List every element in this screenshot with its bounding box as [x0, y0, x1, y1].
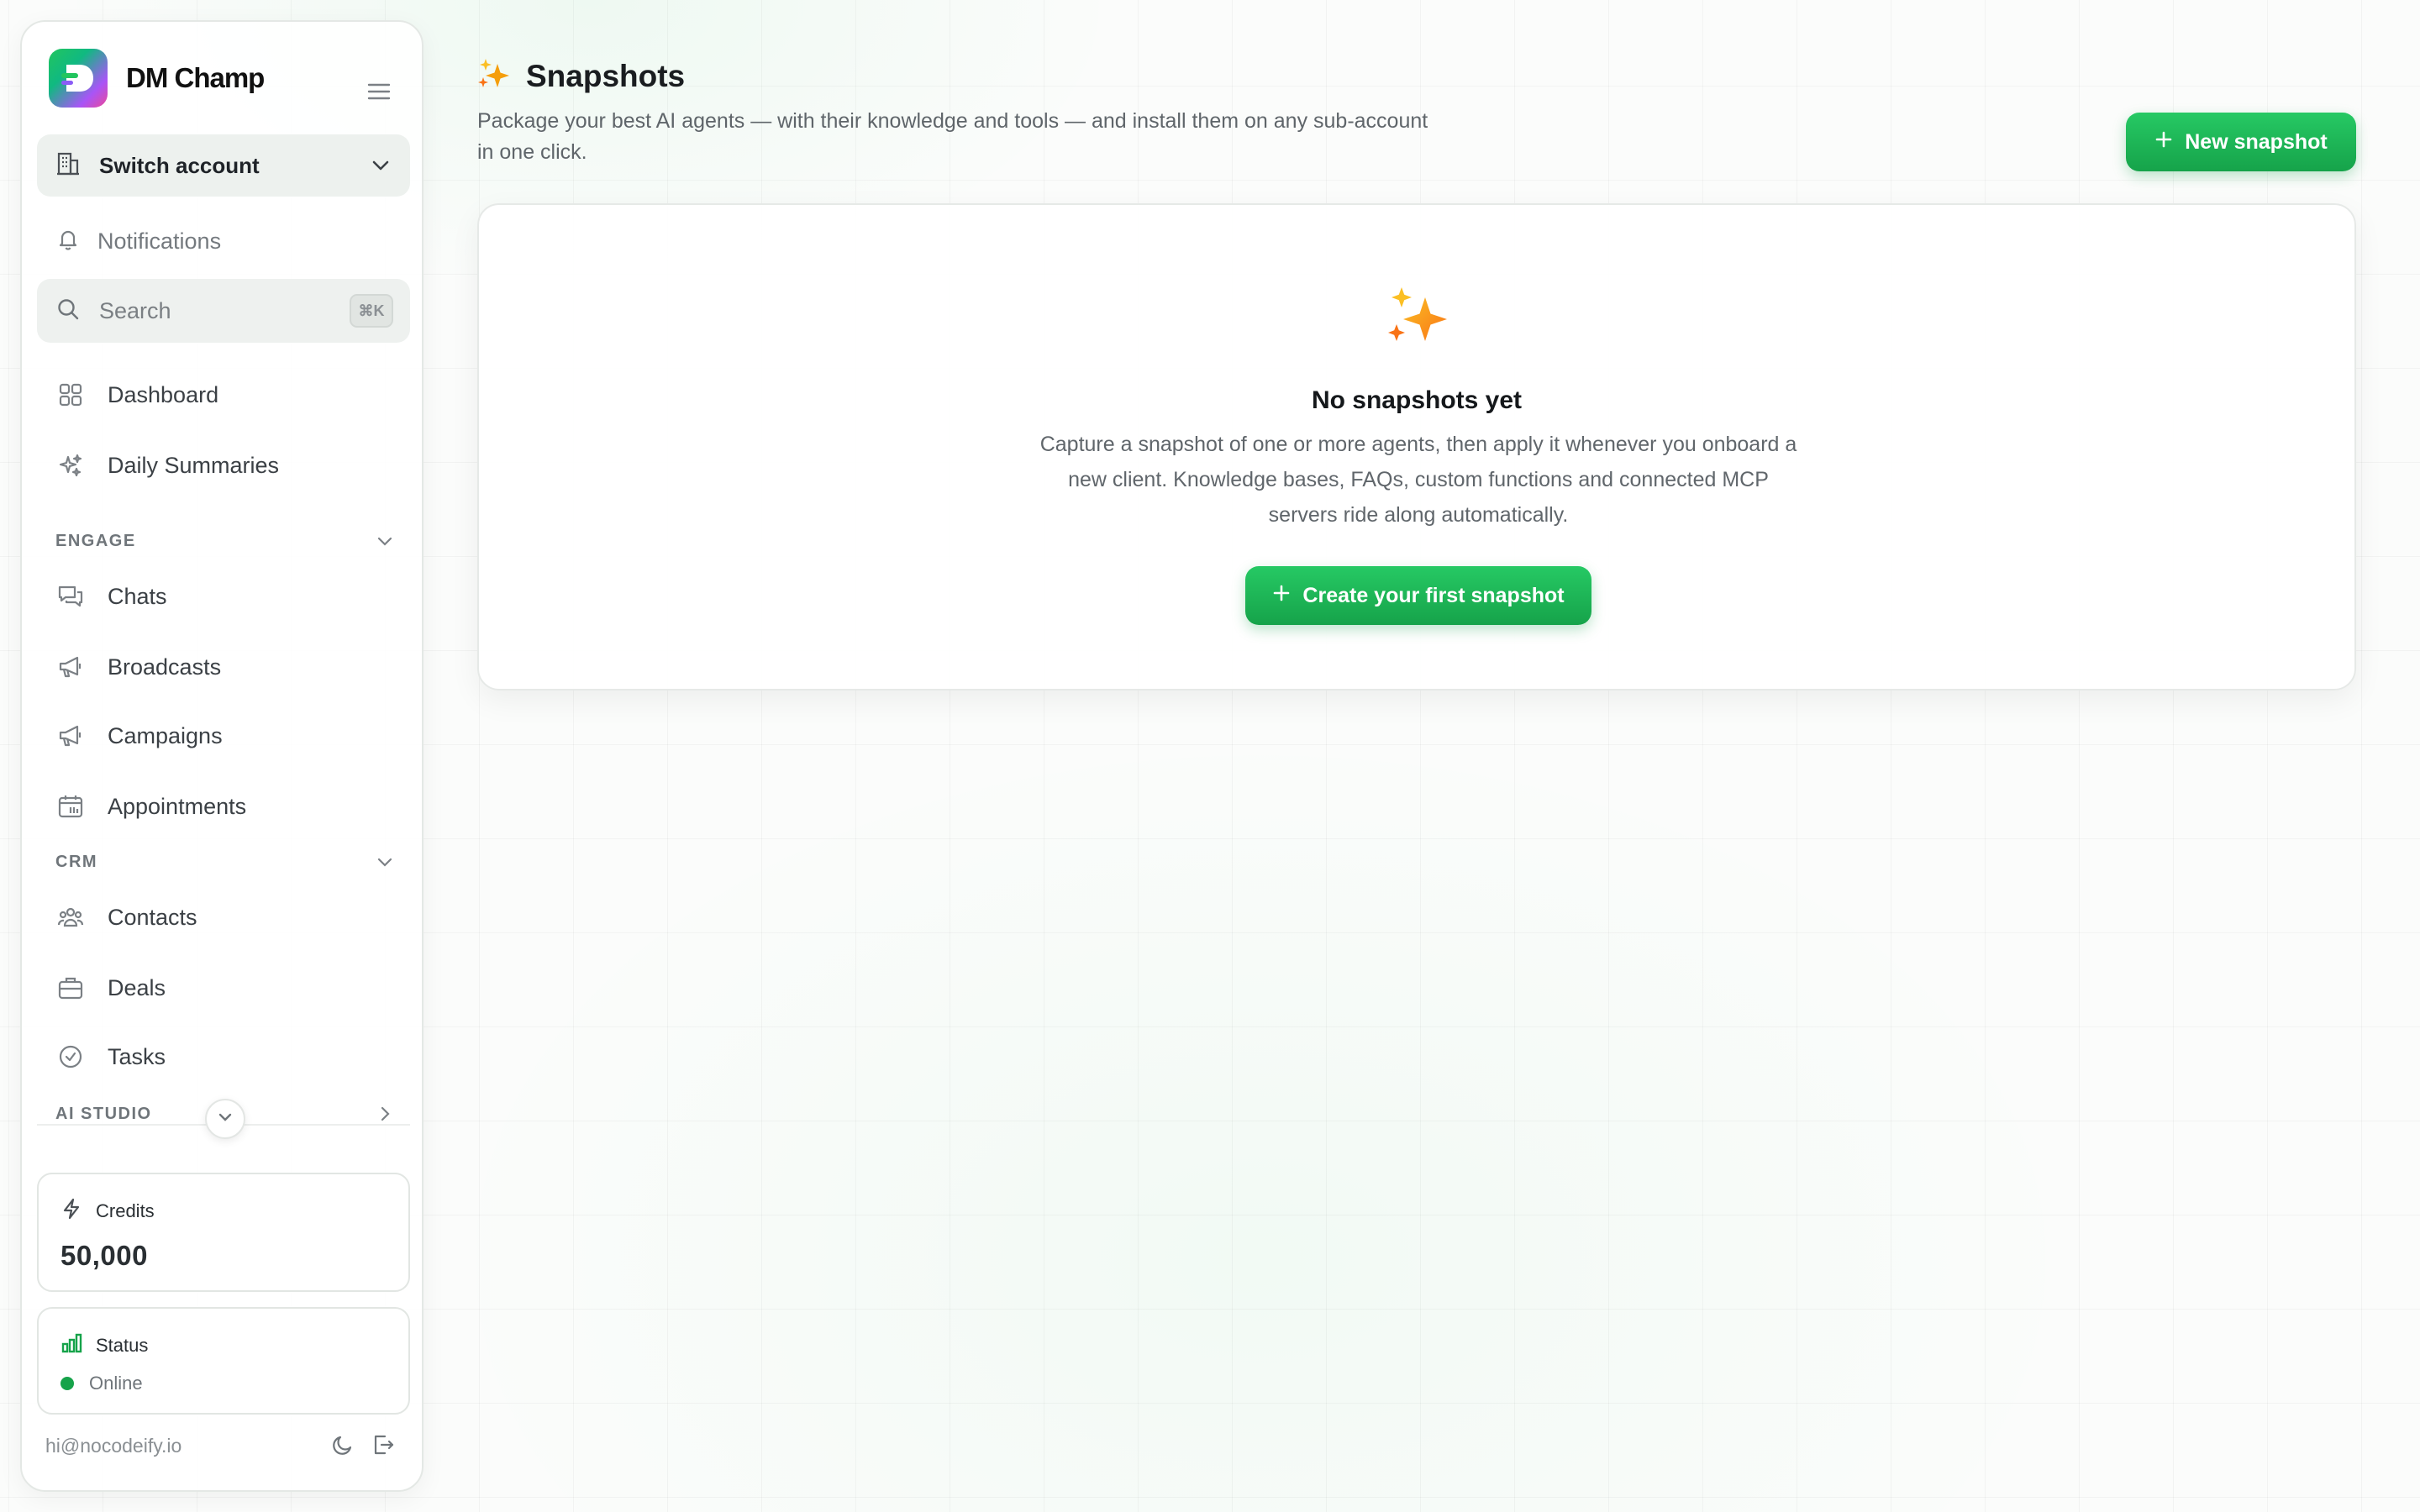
- logout-icon[interactable]: [368, 1430, 398, 1460]
- page-title: Snapshots: [526, 58, 686, 93]
- section-label: CRM: [55, 852, 98, 871]
- status-dot: [60, 1377, 74, 1390]
- briefcase-icon: [55, 973, 86, 1003]
- sparkles-icon: [55, 450, 86, 480]
- check-circle-icon: [55, 1042, 86, 1072]
- users-icon: [55, 902, 86, 932]
- brand-name: DM Champ: [126, 62, 265, 93]
- new-snapshot-label: New snapshot: [2185, 129, 2328, 154]
- section-crm[interactable]: CRM: [55, 845, 408, 879]
- credits-label: Credits: [96, 1200, 155, 1221]
- create-first-snapshot-label: Create your first snapshot: [1302, 583, 1565, 607]
- calendar-icon: [55, 791, 86, 822]
- nav-item-deals[interactable]: Deals: [55, 963, 408, 1013]
- nav-label: Deals: [108, 974, 166, 1000]
- credits-value: 50,000: [60, 1240, 148, 1271]
- section-label: AI STUDIO: [55, 1104, 152, 1123]
- megaphone-icon: [55, 652, 86, 682]
- status-row: Online: [60, 1373, 143, 1394]
- section-label: ENGAGE: [55, 531, 136, 550]
- building-icon: [55, 151, 81, 181]
- status-card: Status Online: [37, 1307, 410, 1415]
- sidebar: DM Champ Switch account Notifications Se…: [20, 20, 424, 1492]
- scroll-down-button[interactable]: [205, 1099, 245, 1139]
- bar-chart-icon: [60, 1332, 82, 1358]
- nav-label: Campaigns: [108, 722, 223, 748]
- nav-label: Chats: [108, 583, 167, 609]
- shortcut-badge: ⌘K: [350, 294, 393, 328]
- chevron-down-icon: [375, 852, 395, 876]
- status-value: Online: [89, 1373, 143, 1394]
- chevron-down-icon: [370, 155, 392, 181]
- page-subtitle: Package your best AI agents — with their…: [477, 109, 1428, 164]
- nav-item-broadcasts[interactable]: Broadcasts: [55, 642, 408, 692]
- plus-icon: [2154, 130, 2173, 155]
- search-placeholder: Search: [99, 297, 171, 323]
- nav-item-chats[interactable]: Chats: [55, 571, 408, 622]
- nav-item-campaigns[interactable]: Campaigns: [55, 711, 408, 761]
- user-email: hi@nocodeify.io: [45, 1435, 182, 1457]
- chat-icon: [55, 581, 86, 612]
- empty-state-description: Capture a snapshot of one or more agents…: [1039, 433, 1797, 527]
- nav-item-tasks[interactable]: Tasks: [55, 1032, 408, 1082]
- status-header: Status: [60, 1332, 148, 1358]
- megaphone-icon: [55, 721, 86, 751]
- status-label: Status: [96, 1334, 149, 1356]
- search-input[interactable]: Search ⌘K: [37, 279, 410, 343]
- page-header: Snapshots: [476, 55, 685, 97]
- nav-label: Tasks: [108, 1043, 166, 1069]
- grid-icon: [55, 380, 86, 410]
- empty-state-title: No snapshots yet: [1311, 386, 1523, 414]
- nav-label: Dashboard: [108, 381, 219, 407]
- switch-account-label: Switch account: [99, 152, 260, 178]
- nav-label: Appointments: [108, 793, 247, 819]
- search-icon: [55, 297, 81, 326]
- brand-logo: [49, 49, 108, 108]
- bell-icon: [55, 227, 81, 256]
- sparkles-icon: [476, 55, 513, 97]
- notifications-label: Notifications: [97, 228, 222, 254]
- nav-label: Contacts: [108, 904, 197, 930]
- empty-state-card: No snapshots yet Capture a snapshot of o…: [477, 203, 2356, 690]
- credits-card: Credits 50,000: [37, 1173, 410, 1292]
- create-first-snapshot-button[interactable]: Create your first snapshot: [1245, 566, 1591, 625]
- notifications-item[interactable]: Notifications: [55, 222, 221, 260]
- switch-account-button[interactable]: Switch account: [37, 134, 410, 197]
- nav-label: Daily Summaries: [108, 452, 280, 478]
- chevron-down-icon: [215, 1107, 235, 1131]
- brand[interactable]: DM Champ: [49, 49, 265, 108]
- sparkles-icon: [1381, 281, 1455, 359]
- plus-icon: [1272, 584, 1291, 608]
- nav-item-contacts[interactable]: Contacts: [55, 892, 408, 942]
- nav-label: Broadcasts: [108, 654, 222, 680]
- nav-item-appointments[interactable]: Appointments: [55, 781, 408, 832]
- moon-icon[interactable]: [328, 1430, 358, 1460]
- nav-item-daily-summaries[interactable]: Daily Summaries: [55, 440, 408, 491]
- new-snapshot-button[interactable]: New snapshot: [2126, 113, 2356, 171]
- nav-item-dashboard[interactable]: Dashboard: [55, 370, 408, 420]
- lightning-icon: [60, 1198, 82, 1224]
- section-engage[interactable]: ENGAGE: [55, 524, 408, 558]
- menu-icon[interactable]: [366, 82, 392, 101]
- chevron-down-icon: [375, 531, 395, 555]
- credits-header: Credits: [60, 1198, 155, 1224]
